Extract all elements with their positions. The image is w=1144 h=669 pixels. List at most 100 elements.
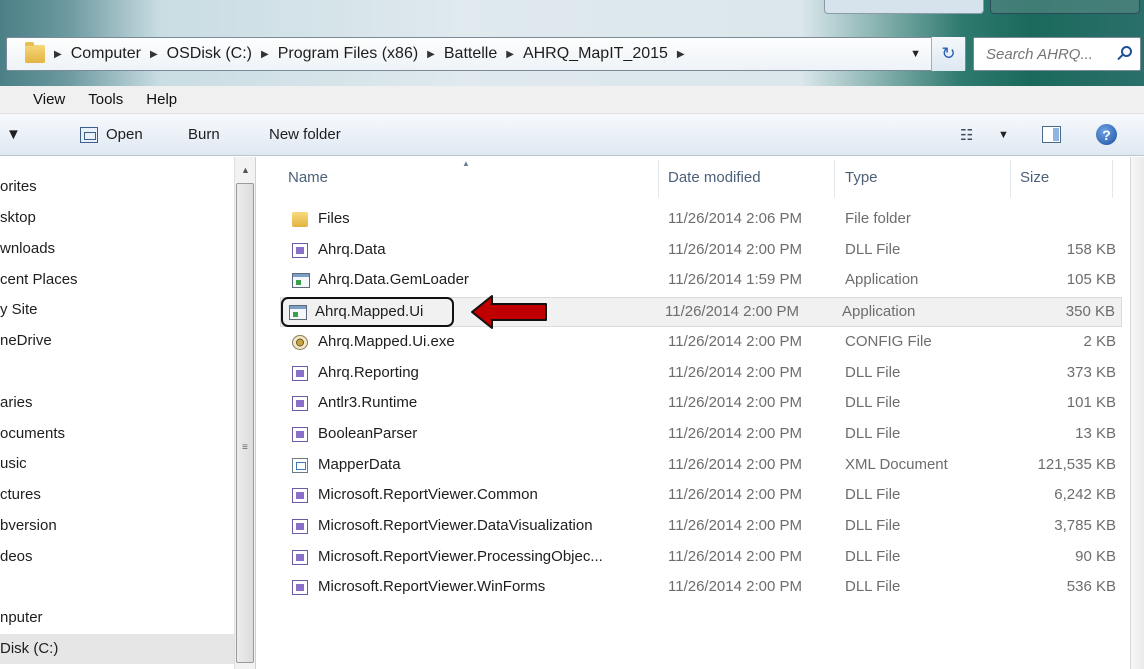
- file-row[interactable]: Microsoft.ReportViewer.Common 11/26/2014 …: [284, 481, 1122, 511]
- file-row[interactable]: Microsoft.ReportViewer.WinForms 11/26/201…: [284, 573, 1122, 603]
- file-size: 101 KB: [1066, 394, 1116, 411]
- file-name: MapperData: [318, 456, 401, 473]
- file-date-modified: 11/26/2014 2:00 PM: [665, 303, 799, 320]
- file-row[interactable]: Microsoft.ReportViewer.ProcessingObjec..…: [284, 543, 1122, 573]
- window-controls[interactable]: [824, 0, 984, 14]
- file-date-modified: 11/26/2014 2:00 PM: [668, 425, 802, 442]
- chevron-right-icon[interactable]: ▶: [150, 49, 158, 60]
- file-name: Ahrq.Data.GemLoader: [318, 271, 469, 288]
- nav-item-my-site[interactable]: y Site: [0, 301, 38, 318]
- folder-icon: [25, 42, 45, 63]
- chevron-right-icon: ▶: [54, 48, 62, 60]
- nav-item-computer[interactable]: nputer: [0, 609, 43, 626]
- dll-icon: [292, 488, 308, 503]
- new-folder-button[interactable]: New folder: [269, 126, 341, 143]
- file-type: XML Document: [845, 456, 948, 473]
- xml-icon: [292, 458, 308, 473]
- file-row[interactable]: Ahrq.Reporting 11/26/2014 2:00 PM DLL File…: [284, 359, 1122, 389]
- file-date-modified: 11/26/2014 2:00 PM: [668, 333, 802, 350]
- file-name: Ahrq.Data: [318, 241, 386, 258]
- burn-button[interactable]: Burn: [188, 126, 220, 143]
- breadcrumb-osdisk[interactable]: OSDisk (C:): [167, 45, 252, 63]
- nav-item-recent-places[interactable]: cent Places: [0, 271, 78, 288]
- column-divider[interactable]: [834, 160, 835, 198]
- file-row[interactable]: Ahrq.Mapped.Ui.exe 11/26/2014 2:00 PM CONF…: [284, 328, 1122, 358]
- nav-item-libraries[interactable]: aries: [0, 394, 33, 411]
- nav-item-desktop[interactable]: sktop: [0, 209, 36, 226]
- help-icon[interactable]: ?: [1096, 124, 1117, 145]
- window-controls-secondary: [990, 0, 1140, 14]
- organize-dropdown-button[interactable]: ▼: [6, 126, 21, 143]
- nav-item-pictures[interactable]: ctures: [0, 486, 41, 503]
- column-name[interactable]: Name: [288, 169, 328, 186]
- file-date-modified: 11/26/2014 2:00 PM: [668, 456, 802, 473]
- menu-help[interactable]: Help: [146, 91, 177, 108]
- address-history-dropdown[interactable]: ▼: [910, 48, 921, 60]
- file-row[interactable]: Files 11/26/2014 2:06 PM File folder: [284, 205, 1122, 235]
- file-date-modified: 11/26/2014 2:00 PM: [668, 394, 802, 411]
- column-divider[interactable]: [658, 160, 659, 198]
- file-list-scrollbar[interactable]: [1130, 157, 1144, 669]
- column-size[interactable]: Size: [1020, 169, 1049, 186]
- column-divider[interactable]: [1010, 160, 1011, 198]
- change-view-dropdown[interactable]: ▼: [998, 129, 1009, 141]
- chevron-right-icon[interactable]: ▶: [427, 49, 435, 60]
- file-type: DLL File: [845, 486, 901, 503]
- chevron-right-icon[interactable]: ▶: [677, 49, 685, 60]
- dll-icon: [292, 550, 308, 565]
- refresh-icon[interactable]: ↻: [931, 37, 965, 71]
- preview-pane-icon[interactable]: [1042, 126, 1061, 143]
- file-size: 121,535 KB: [1037, 456, 1116, 473]
- dll-icon: [292, 519, 308, 534]
- file-row[interactable]: Microsoft.ReportViewer.DataVisualization…: [284, 512, 1122, 542]
- nav-item-downloads[interactable]: wnloads: [0, 240, 55, 257]
- file-row[interactable]: Ahrq.Data.GemLoader 11/26/2014 1:59 PM App…: [284, 266, 1122, 296]
- nav-item-subversion[interactable]: bversion: [0, 517, 57, 534]
- file-row[interactable]: Ahrq.Data 11/26/2014 2:00 PM DLL File 158 K…: [284, 236, 1122, 266]
- chevron-right-icon[interactable]: ▶: [506, 49, 514, 60]
- nav-item-videos[interactable]: deos: [0, 548, 33, 565]
- search-box[interactable]: [973, 37, 1141, 71]
- search-input[interactable]: [986, 45, 1116, 63]
- file-type: DLL File: [845, 394, 901, 411]
- change-view-icon[interactable]: ☷: [960, 126, 973, 144]
- file-type: DLL File: [845, 578, 901, 595]
- open-button[interactable]: Open: [80, 126, 143, 143]
- nav-item-documents[interactable]: ocuments: [0, 425, 65, 442]
- file-row[interactable]: MapperData 11/26/2014 2:00 PM XML Document…: [284, 451, 1122, 481]
- nav-scrollbar[interactable]: ▲ ≡: [234, 157, 256, 669]
- annotation-red-arrow: [471, 295, 547, 329]
- breadcrumb-ahrq-mapit[interactable]: AHRQ_MapIT_2015: [523, 45, 668, 63]
- navigation-pane: orites sktop wnloads cent Places y Site …: [0, 157, 234, 669]
- file-size: 105 KB: [1066, 271, 1116, 288]
- search-icon[interactable]: [1121, 46, 1132, 57]
- file-date-modified: 11/26/2014 2:00 PM: [668, 578, 802, 595]
- column-date-modified[interactable]: Date modified: [668, 169, 761, 186]
- file-row[interactable]: Antlr3.Runtime 11/26/2014 2:00 PM DLL File…: [284, 389, 1122, 419]
- nav-scroll-thumb[interactable]: ≡: [236, 183, 254, 663]
- file-size: 13 KB: [1075, 425, 1116, 442]
- address-bar[interactable]: ▶ Computer ▶ OSDisk (C:) ▶ Program Files…: [6, 37, 966, 71]
- file-row[interactable]: BooleanParser 11/26/2014 2:00 PM DLL File 1…: [284, 420, 1122, 450]
- nav-item-onedrive[interactable]: neDrive: [0, 332, 52, 349]
- file-date-modified: 11/26/2014 1:59 PM: [668, 271, 802, 288]
- nav-item-music[interactable]: usic: [0, 455, 27, 472]
- breadcrumb-computer[interactable]: Computer: [71, 45, 141, 63]
- file-size: 3,785 KB: [1054, 517, 1116, 534]
- column-headers: ▲ Name Date modified Type Size: [256, 157, 1130, 201]
- file-name: BooleanParser: [318, 425, 418, 442]
- file-name: Microsoft.ReportViewer.Common: [318, 486, 538, 503]
- file-date-modified: 11/26/2014 2:06 PM: [668, 210, 802, 227]
- column-divider[interactable]: [1112, 160, 1113, 198]
- dll-icon: [292, 243, 308, 258]
- menu-view[interactable]: View: [33, 91, 65, 108]
- chevron-right-icon[interactable]: ▶: [261, 49, 269, 60]
- scroll-up-arrow-icon[interactable]: ▲: [241, 165, 250, 175]
- nav-item-favorites[interactable]: orites: [0, 178, 37, 195]
- file-list: ▲ Name Date modified Type Size Files 11/2…: [256, 157, 1144, 669]
- menu-tools[interactable]: Tools: [88, 91, 123, 108]
- nav-item-osdisk[interactable]: Disk (C:): [0, 640, 58, 657]
- breadcrumb-battelle[interactable]: Battelle: [444, 45, 497, 63]
- breadcrumb-program-files[interactable]: Program Files (x86): [278, 45, 418, 63]
- column-type[interactable]: Type: [845, 169, 878, 186]
